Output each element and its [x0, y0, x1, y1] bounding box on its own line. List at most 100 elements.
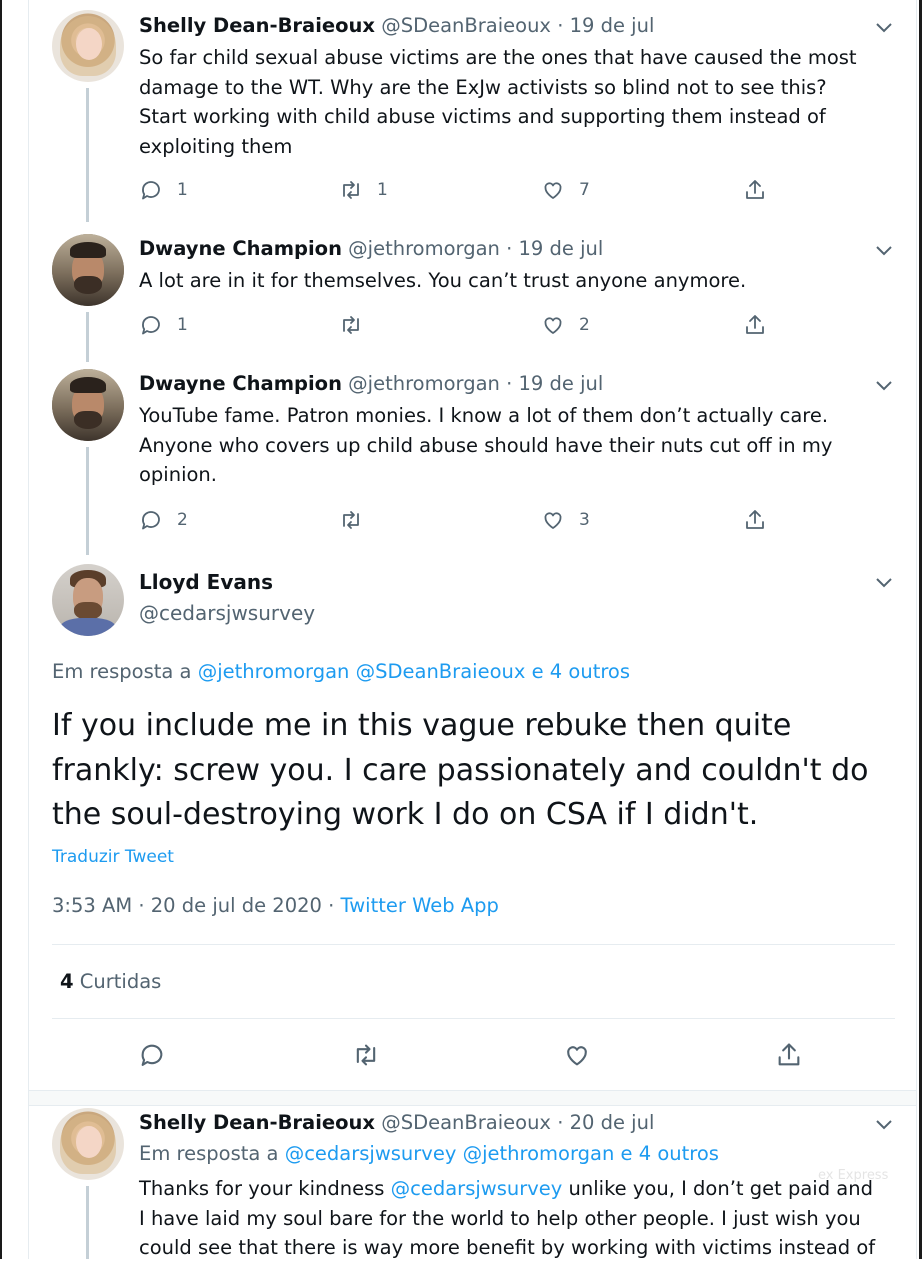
source-app-link[interactable]: Twitter Web App: [341, 894, 499, 917]
tweet-line: Start working with child abuse victims a…: [139, 105, 826, 128]
timeline-border-left: [28, 0, 29, 1259]
reply-mention-links[interactable]: @cedarsjwsurvey @jethromorgan: [285, 1142, 615, 1165]
reply-button[interactable]: 1: [139, 310, 188, 340]
meta-separator: ·: [557, 1111, 564, 1134]
reply-button[interactable]: 2: [139, 505, 188, 535]
reply-count: 1: [177, 180, 188, 200]
reply-mention-links[interactable]: @jethromorgan @SDeanBraieoux: [198, 660, 526, 683]
divider: [52, 944, 895, 945]
like-icon: [567, 1046, 587, 1066]
reply-icon: [142, 316, 160, 335]
chevron-down-icon[interactable]: [874, 243, 894, 257]
tweet-line: I have laid my soul bare for the world t…: [139, 1206, 861, 1230]
section-separator: [29, 1090, 916, 1106]
tweet-header: Dwayne Champion @jethromorgan · 19 de ju…: [139, 236, 603, 262]
thread-line: [86, 447, 89, 555]
tweet-date[interactable]: 19 de jul: [519, 372, 604, 395]
timeline-border-right: [916, 0, 917, 1259]
share-icon: [746, 510, 764, 529]
tweet-date[interactable]: 19 de jul: [570, 14, 655, 37]
reply-others-link[interactable]: e 4 outros: [621, 1142, 719, 1165]
like-count: 2: [579, 315, 590, 335]
avatar-hair: [70, 377, 106, 393]
share-button[interactable]: [743, 310, 767, 340]
retweet-count: 1: [377, 180, 388, 200]
author-name[interactable]: Shelly Dean-Braieoux: [139, 1111, 375, 1134]
author-name[interactable]: Shelly Dean-Braieoux: [139, 14, 375, 37]
author-name[interactable]: Dwayne Champion: [139, 372, 342, 395]
tweet-header: Dwayne Champion @jethromorgan · 19 de ju…: [139, 371, 603, 397]
like-button[interactable]: 3: [541, 505, 590, 535]
tweet-actions: [52, 1040, 895, 1074]
avatar-hair: [70, 242, 106, 258]
like-button[interactable]: 2: [541, 310, 590, 340]
tweet-text: YouTube fame. Patron monies. I know a lo…: [139, 401, 884, 490]
share-button[interactable]: [743, 175, 767, 205]
replying-to: Em resposta a @jethromorgan @SDeanBraieo…: [52, 660, 630, 683]
tweet-actions: 2 3: [139, 505, 779, 535]
tweet-line: So far child sexual abuse victims are th…: [139, 46, 857, 69]
reply-icon: [142, 511, 160, 530]
replying-to-label: Em resposta a: [139, 1142, 279, 1165]
tweet-line: opinion.: [139, 463, 217, 486]
like-icon: [544, 182, 562, 199]
avatar[interactable]: [52, 369, 124, 441]
chevron-down-icon[interactable]: [874, 1117, 894, 1131]
chevron-down-icon[interactable]: [874, 20, 894, 34]
retweet-button[interactable]: [339, 505, 377, 535]
likes-label: Curtidas: [79, 970, 162, 993]
reply-button[interactable]: 1: [139, 175, 188, 205]
likes-summary[interactable]: 4 Curtidas: [60, 970, 161, 993]
retweet-button[interactable]: [339, 310, 377, 340]
share-button[interactable]: [743, 505, 767, 535]
share-icon: [746, 315, 764, 334]
divider: [52, 1018, 895, 1019]
avatar-beard: [74, 411, 102, 429]
avatar[interactable]: [52, 564, 124, 636]
like-button[interactable]: [563, 1040, 591, 1070]
translate-tweet-link[interactable]: Traduzir Tweet: [52, 847, 174, 867]
retweet-icon: [356, 1044, 376, 1066]
tweet-text: So far child sexual abuse victims are th…: [139, 43, 884, 161]
reply-count: 1: [177, 315, 188, 335]
timestamp-text[interactable]: 3:53 AM · 20 de jul de 2020 ·: [52, 894, 334, 917]
chevron-down-icon[interactable]: [874, 575, 894, 589]
mention-link[interactable]: @cedarsjwsurvey: [391, 1177, 563, 1200]
avatar[interactable]: [52, 1108, 124, 1180]
share-button[interactable]: [775, 1040, 803, 1070]
tweet-line: damage to the WT. Why are the ExJw activ…: [139, 75, 827, 99]
avatar[interactable]: [52, 10, 124, 82]
tweet-line: frankly: screw you. I care passionately …: [52, 752, 869, 788]
retweet-button[interactable]: 1: [339, 175, 388, 205]
author-handle[interactable]: @SDeanBraieoux: [381, 1111, 551, 1134]
replying-to-label: Em resposta a: [52, 660, 192, 683]
chevron-down-icon[interactable]: [874, 378, 894, 392]
reply-icon: [142, 181, 160, 200]
window-edge-left: [0, 0, 2, 1259]
replying-to: Em resposta a @cedarsjwsurvey @jethromor…: [139, 1141, 719, 1167]
tweet-header: Shelly Dean-Braieoux @SDeanBraieoux · 20…: [139, 1110, 654, 1136]
author-handle[interactable]: @jethromorgan: [348, 237, 500, 260]
retweet-button[interactable]: [352, 1040, 380, 1070]
tweet-line: the soul-destroying work I do on CSA if …: [52, 797, 759, 832]
reply-button[interactable]: [138, 1040, 166, 1070]
watermark-logo: ex Express: [818, 1168, 889, 1183]
tweet-line: A lot are in it for themselves. You can’…: [139, 269, 747, 292]
author-name[interactable]: Lloyd Evans: [139, 570, 273, 594]
author-name[interactable]: Dwayne Champion: [139, 237, 342, 260]
author-handle[interactable]: @cedarsjwsurvey: [139, 601, 315, 625]
like-count: 3: [579, 510, 590, 530]
retweet-icon: [343, 316, 359, 334]
avatar-shirt: [60, 618, 116, 636]
tweet-date[interactable]: 19 de jul: [519, 237, 604, 260]
thread-line: [86, 88, 89, 222]
like-button[interactable]: 7: [541, 175, 590, 205]
tweet-line: Anyone who covers up child abuse should …: [139, 433, 833, 457]
author-handle[interactable]: @SDeanBraieoux: [381, 14, 551, 37]
tweet-date[interactable]: 20 de jul: [570, 1111, 655, 1134]
author-handle[interactable]: @jethromorgan: [348, 372, 500, 395]
tweet-line: YouTube fame. Patron monies. I know a lo…: [139, 404, 829, 427]
reply-others-link[interactable]: e 4 outros: [532, 660, 630, 683]
tweet-actions: 1 2: [139, 310, 779, 340]
avatar[interactable]: [52, 234, 124, 306]
